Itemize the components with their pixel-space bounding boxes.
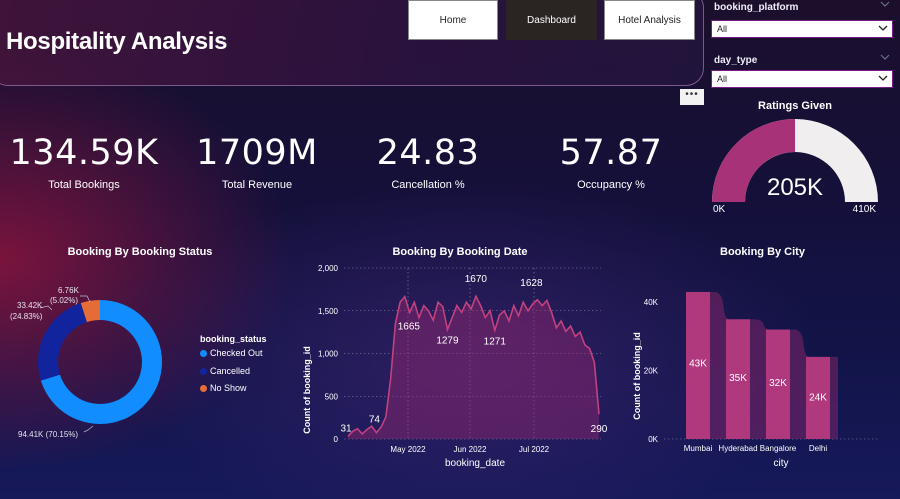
kpi-value-cancellation: 24.83 <box>376 133 480 173</box>
city-chart-title: Booking By City <box>720 246 805 258</box>
date-chart-x-tick: Jul 2022 <box>519 445 550 454</box>
cancelled-data-label-pct: (24.83%) <box>10 312 43 321</box>
city-chart-y-tick: 40K <box>644 298 659 307</box>
date-chart-x-tick: Jun 2022 <box>454 445 487 454</box>
chevron-down-icon <box>878 72 888 84</box>
cancelled-data-label: 33.42K <box>17 301 43 310</box>
kpi-label-occupancy: Occupancy % <box>577 179 645 191</box>
kpi-value-occupancy: 57.87 <box>559 133 663 173</box>
city-chart-y-axis-title: Count of booking_id <box>632 332 642 419</box>
legend-dot-no-show <box>200 384 207 392</box>
date-chart-data-label: 1271 <box>484 336 507 347</box>
city-chart-x-tick: Hyderabad <box>718 444 757 453</box>
kpi-value-total-revenue: 1709M <box>196 133 318 173</box>
date-chart-y-tick: 1,000 <box>318 350 339 359</box>
date-chart-x-axis-title: booking_date <box>445 458 505 469</box>
date-chart-y-tick: 2,000 <box>318 264 339 273</box>
city-chart-x-tick: Mumbai <box>684 444 713 453</box>
status-donut-chart: 94.41K (70.15%) 33.42K (24.83%) 6.76K (5… <box>10 286 162 439</box>
kpi-value-total-bookings: 134.59K <box>9 133 159 173</box>
legend-item-no-show[interactable]: No Show <box>200 383 247 393</box>
chevron-down-icon <box>878 22 888 34</box>
booking-platform-select[interactable]: All <box>711 20 893 38</box>
date-chart-data-label: 1279 <box>436 336 459 347</box>
legend-label-cancelled: Cancelled <box>210 366 251 376</box>
more-options-button[interactable]: ••• <box>680 89 704 105</box>
legend-dot-cancelled <box>200 367 207 375</box>
no-show-data-label: 6.76K <box>58 286 80 295</box>
legend-label-checked-out: Checked Out <box>210 348 263 358</box>
dashboard-button[interactable]: Dashboard <box>506 0 597 40</box>
ratings-gauge: 205K 0K 410K <box>712 119 878 215</box>
status-legend-title: booking_status <box>200 334 267 344</box>
day-type-label: day_type <box>714 55 758 66</box>
day-type-value: All <box>717 74 728 84</box>
hotel-analysis-button[interactable]: Hotel Analysis <box>604 0 695 40</box>
date-chart-data-label: 1665 <box>398 322 421 333</box>
legend-item-checked-out[interactable]: Checked Out <box>200 348 263 358</box>
gauge-title: Ratings Given <box>758 100 832 112</box>
gauge-max-label: 410K <box>853 204 877 215</box>
day-type-select[interactable]: All <box>711 70 893 88</box>
checked-out-leader-line <box>83 425 94 433</box>
date-chart-data-label: 74 <box>369 415 381 426</box>
date-chart-data-label: 31 <box>340 423 352 434</box>
date-chart-data-label: 290 <box>591 424 608 435</box>
city-bar-data-label: 24K <box>809 392 827 403</box>
date-chart-y-axis-title: Count of booking_id <box>302 346 312 433</box>
status-chart-title: Booking By Booking Status <box>67 246 213 258</box>
no-show-data-label-pct: (5.02%) <box>50 296 78 305</box>
legend-label-no-show: No Show <box>210 383 247 393</box>
city-bar-data-label: 43K <box>689 359 707 370</box>
kpi-label-total-bookings: Total Bookings <box>48 179 120 191</box>
booking-date-area-chart: 0 500 1,000 1,500 2,000 May 2022 Jun 2022 Jul 2… <box>302 264 608 469</box>
date-chart-x-tick: May 2022 <box>390 445 426 454</box>
checked-out-data-label: 94.41K (70.15%) <box>18 430 78 439</box>
city-bar-data-label: 32K <box>769 378 787 389</box>
home-button[interactable]: Home <box>408 0 498 40</box>
page-title: Hospitality Analysis <box>6 28 228 55</box>
date-chart-y-tick: 0 <box>334 435 339 444</box>
legend-dot-checked-out <box>200 349 207 357</box>
city-chart-x-tick: Bangalore <box>760 444 797 453</box>
booking-platform-value: All <box>717 24 728 34</box>
city-chart-x-axis-title: city <box>774 458 789 469</box>
chevron-down-icon[interactable] <box>880 53 890 63</box>
kpi-label-cancellation: Cancellation % <box>391 179 465 191</box>
date-chart-title: Booking By Booking Date <box>392 246 528 258</box>
donut-slice-cancelled[interactable] <box>38 303 87 381</box>
date-chart-y-tick: 1,500 <box>318 307 339 316</box>
date-chart-y-tick: 500 <box>325 392 339 401</box>
city-bar-data-label: 35K <box>729 373 747 384</box>
chevron-down-icon[interactable] <box>880 0 890 10</box>
booking-city-bar-chart: 0K 20K 40K 43K Mumbai 35K Hyderabad 32K Bangalo… <box>632 291 880 469</box>
city-chart-x-tick: Delhi <box>809 444 827 453</box>
legend-item-cancelled[interactable]: Cancelled <box>200 366 250 376</box>
kpi-label-total-revenue: Total Revenue <box>221 179 293 191</box>
city-chart-y-tick: 20K <box>644 367 659 376</box>
city-chart-y-tick: 0K <box>648 435 658 444</box>
date-chart-data-label: 1628 <box>520 278 543 289</box>
gauge-min-label: 0K <box>713 204 726 215</box>
booking-platform-label: booking_platform <box>714 2 799 13</box>
date-chart-data-label: 1670 <box>465 274 488 285</box>
gauge-value: 205K <box>767 174 823 201</box>
